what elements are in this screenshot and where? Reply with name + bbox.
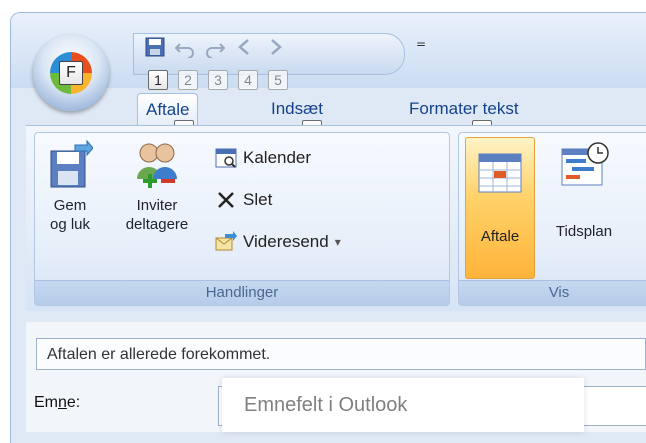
subject-field-callout: Emnefelt i Outlook xyxy=(222,378,584,432)
forward-dropdown-icon[interactable]: ▾ xyxy=(335,235,341,249)
invite-label-line1: Inviter xyxy=(136,197,178,214)
next-item-icon[interactable] xyxy=(264,36,286,58)
save-close-button[interactable]: Gem og luk xyxy=(41,139,99,234)
group-label-handlinger: Handlinger xyxy=(35,280,449,305)
scheduling-view-label: Tidsplan xyxy=(555,223,613,240)
tab-aftale-label: Aftale xyxy=(146,100,190,119)
key-tip-office: F xyxy=(59,61,83,85)
appointment-icon xyxy=(478,153,522,193)
calendar-label: Kalender xyxy=(243,148,312,167)
calendar-icon xyxy=(215,148,237,168)
calendar-button[interactable]: Kalender xyxy=(215,147,311,169)
office-logo-icon: F xyxy=(50,52,92,94)
key-tip-5: 5 xyxy=(268,70,288,90)
ribbon: Gem og luk Inviter deltagere Kalender Sl… xyxy=(26,125,646,311)
outlook-window-frame: F 1 2 3 4 5 = Aftale Indsæt Formater tek… xyxy=(0,0,646,443)
delete-button[interactable]: Slet xyxy=(215,189,272,211)
invite-attendees-button[interactable]: Inviter deltagere xyxy=(115,139,199,234)
save-icon[interactable] xyxy=(144,36,166,58)
previous-item-icon[interactable] xyxy=(234,36,256,58)
invite-attendees-icon xyxy=(137,143,177,188)
key-tip-4: 4 xyxy=(238,70,258,90)
delete-label: Slet xyxy=(243,190,273,209)
forward-icon xyxy=(215,231,237,251)
save-close-label-line1: Gem xyxy=(53,197,87,214)
quick-access-toolbar: 1 2 3 4 5 xyxy=(133,33,405,90)
tab-indsaet-label: Indsæt xyxy=(271,99,323,118)
key-tip-2: 2 xyxy=(178,70,198,90)
subject-label: Emne: xyxy=(34,394,80,412)
key-tip-1: 1 xyxy=(148,70,168,90)
save-close-icon xyxy=(50,139,94,188)
group-handlinger: Gem og luk Inviter deltagere Kalender Sl… xyxy=(34,132,450,306)
group-label-vis: Vis xyxy=(459,280,646,305)
undo-icon[interactable] xyxy=(174,36,196,58)
tab-formater-tekst-label: Formater tekst xyxy=(409,99,519,118)
delete-icon xyxy=(218,192,234,208)
forward-button[interactable]: Videresend ▾ xyxy=(215,231,341,253)
info-bar: Aftalen er allerede forekommet. xyxy=(36,338,646,370)
appointment-view-label: Aftale xyxy=(480,228,520,245)
redo-icon[interactable] xyxy=(204,36,226,58)
key-tip-3: 3 xyxy=(208,70,228,90)
appointment-view-button[interactable]: Aftale xyxy=(465,137,535,279)
scheduling-icon xyxy=(561,142,609,186)
invite-label-line2: deltagere xyxy=(125,216,189,233)
tab-formater-tekst[interactable]: Formater tekst xyxy=(401,93,527,125)
save-close-label-line2: og luk xyxy=(49,216,91,233)
scheduling-view-button[interactable]: Tidsplan xyxy=(539,139,629,241)
office-button[interactable]: F xyxy=(33,35,109,111)
group-vis: Aftale Tidsplan Vis xyxy=(458,132,646,306)
customize-qat-dropdown[interactable]: = xyxy=(416,37,426,51)
forward-label: Videresend xyxy=(243,232,329,251)
subject-label-text: Emne: xyxy=(34,394,81,411)
